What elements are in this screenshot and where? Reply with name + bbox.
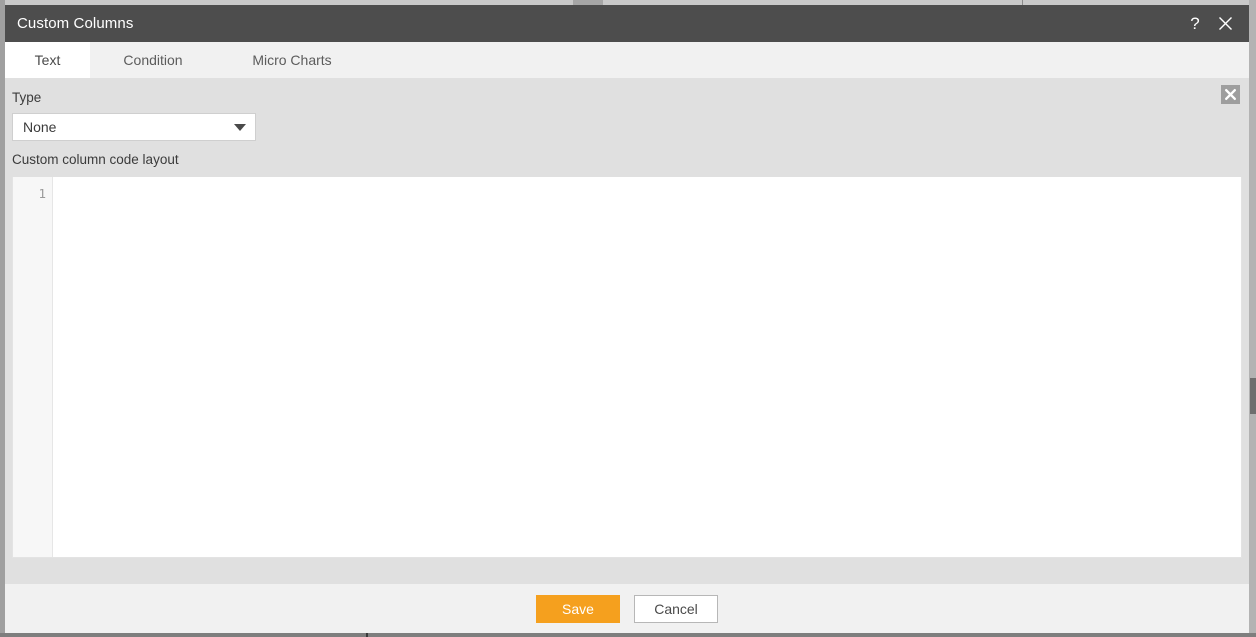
cancel-button[interactable]: Cancel	[634, 594, 718, 623]
close-button[interactable]	[1210, 5, 1240, 42]
type-select-value: None	[23, 119, 57, 135]
tab-text[interactable]: Text	[5, 42, 90, 78]
tab-micro-charts[interactable]: Micro Charts	[216, 42, 368, 78]
code-layout-label: Custom column code layout	[12, 152, 179, 167]
type-label: Type	[12, 90, 42, 105]
remove-custom-column-button[interactable]	[1221, 85, 1240, 104]
code-editor-wrapper: 1	[5, 177, 1249, 558]
question-mark-icon: ?	[1190, 15, 1199, 33]
code-editor[interactable]: 1	[12, 177, 1242, 558]
page-root: Custom Columns ? Text Condition Micro Ch…	[0, 0, 1256, 637]
tab-condition-label: Condition	[123, 52, 183, 68]
type-select-row: None	[5, 106, 1249, 141]
scrollbar-thumb[interactable]	[1250, 378, 1256, 414]
dialog-tabbar: Text Condition Micro Charts	[5, 42, 1249, 79]
tab-micro-charts-label: Micro Charts	[252, 52, 332, 68]
dialog-title: Custom Columns	[17, 15, 134, 32]
tab-text-label: Text	[34, 52, 61, 68]
type-select[interactable]: None	[12, 113, 256, 141]
dialog-titlebar: Custom Columns ?	[5, 5, 1249, 42]
editor-gutter: 1	[13, 177, 53, 557]
background-bottom-strip	[0, 633, 1256, 637]
form-area: Type None Custom column code layout	[5, 79, 1249, 177]
close-icon	[1218, 17, 1232, 30]
titlebar-actions: ?	[1180, 5, 1249, 42]
editor-bottom-padding	[5, 558, 1249, 584]
svg-text:?: ?	[1190, 15, 1199, 33]
chevron-down-icon	[225, 123, 255, 131]
custom-columns-dialog: Custom Columns ? Text Condition Micro Ch…	[5, 5, 1249, 633]
help-button[interactable]: ?	[1180, 5, 1210, 42]
background-bottom-divider	[366, 633, 368, 637]
remove-x-icon	[1225, 89, 1237, 101]
tab-condition[interactable]: Condition	[90, 42, 216, 78]
background-right-scrollbar[interactable]	[1249, 0, 1256, 637]
save-button[interactable]: Save	[536, 594, 620, 623]
dialog-footer: Save Cancel	[5, 584, 1249, 633]
code-input[interactable]	[53, 177, 1241, 557]
gutter-line-number: 1	[38, 186, 46, 201]
